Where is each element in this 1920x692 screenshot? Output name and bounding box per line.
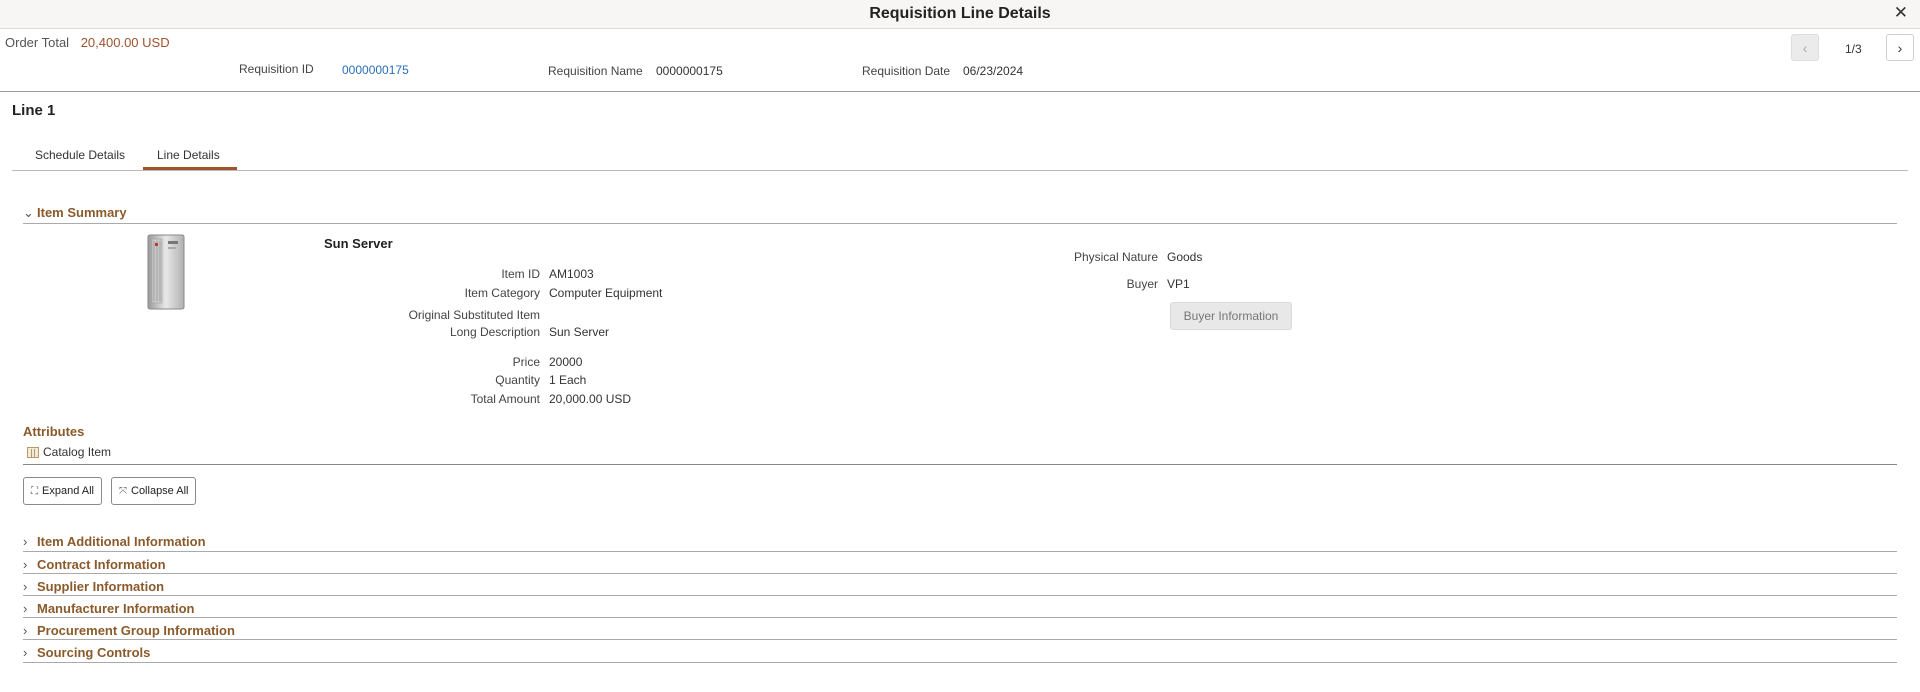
item-summary-title: Item Summary bbox=[37, 205, 127, 220]
catalog-icon bbox=[27, 446, 39, 458]
requisition-date-value: 06/23/2024 bbox=[963, 64, 1024, 78]
long-description-value: Sun Server bbox=[549, 325, 610, 339]
attributes-divider bbox=[23, 464, 1897, 465]
chevron-right-icon: › bbox=[23, 579, 28, 594]
section-label: Sourcing Controls bbox=[37, 645, 151, 660]
tab-line-details[interactable]: Line Details bbox=[157, 148, 220, 162]
section-item-additional-information[interactable]: › Item Additional Information bbox=[23, 534, 206, 549]
quantity-label: Quantity bbox=[495, 373, 540, 387]
quantity-value: 1 Each bbox=[549, 373, 587, 387]
section-supplier-information[interactable]: › Supplier Information bbox=[23, 579, 164, 594]
close-icon[interactable]: ✕ bbox=[1894, 4, 1908, 21]
header-divider bbox=[0, 91, 1920, 92]
previous-icon[interactable]: ‹ bbox=[1791, 34, 1819, 61]
section-label: Procurement Group Information bbox=[37, 623, 235, 638]
pager-count: 1/3 bbox=[1845, 42, 1862, 56]
section-label: Supplier Information bbox=[37, 579, 165, 594]
chevron-right-icon: › bbox=[23, 601, 28, 616]
item-summary-divider bbox=[23, 223, 1897, 224]
section-divider bbox=[23, 662, 1897, 663]
catalog-item-label: Catalog Item bbox=[43, 445, 112, 459]
item-category-label: Item Category bbox=[464, 286, 540, 300]
price-label: Price bbox=[512, 355, 540, 369]
item-name: Sun Server bbox=[324, 236, 393, 251]
total-amount-value: 20,000.00 USD bbox=[549, 392, 632, 406]
requisition-id-link[interactable]: 0000000175 bbox=[342, 63, 409, 77]
line-title: Line 1 bbox=[12, 102, 56, 119]
requisition-id-label: Requisition ID bbox=[239, 62, 314, 76]
server-image-icon bbox=[147, 234, 185, 310]
item-summary-header[interactable]: ⌄ Item Summary bbox=[23, 205, 127, 221]
expand-all-label: Expand All bbox=[42, 485, 94, 497]
section-contract-information[interactable]: › Contract Information bbox=[23, 557, 166, 572]
collapse-all-button[interactable]: ⤧ Collapse All bbox=[111, 477, 197, 505]
requisition-date-label: Requisition Date bbox=[862, 64, 951, 78]
item-id-value: AM1003 bbox=[549, 267, 594, 281]
page-title: Requisition Line Details bbox=[869, 5, 1051, 22]
chevron-right-icon: › bbox=[23, 534, 28, 549]
total-amount-label: Total Amount bbox=[470, 392, 540, 406]
tabs-divider bbox=[12, 170, 1908, 171]
order-total: Order Total 20,400.00 USD bbox=[5, 35, 170, 50]
title-bar: Requisition Line Details ✕ bbox=[0, 0, 1920, 29]
section-label: Item Additional Information bbox=[37, 534, 206, 549]
long-description-label: Long Description bbox=[449, 325, 540, 339]
item-category-value: Computer Equipment bbox=[549, 286, 663, 300]
physical-nature-value: Goods bbox=[1167, 250, 1203, 264]
price-value: 20000 bbox=[549, 355, 583, 369]
buyer-value: VP1 bbox=[1167, 277, 1190, 291]
order-total-label: Order Total bbox=[5, 35, 70, 50]
requisition-name-label: Requisition Name bbox=[548, 64, 643, 78]
section-divider bbox=[23, 573, 1897, 574]
chevron-down-icon: ⌄ bbox=[23, 205, 34, 220]
section-divider bbox=[23, 551, 1897, 552]
expand-all-button[interactable]: ⛶ Expand All bbox=[23, 477, 102, 505]
collapse-icon: ⤧ bbox=[119, 485, 127, 497]
section-sourcing-controls[interactable]: › Sourcing Controls bbox=[23, 645, 150, 660]
section-manufacturer-information[interactable]: › Manufacturer Information bbox=[23, 601, 194, 616]
chevron-right-icon: › bbox=[23, 623, 28, 638]
section-divider bbox=[23, 595, 1897, 596]
attributes-title: Attributes bbox=[23, 424, 85, 439]
item-id-label: Item ID bbox=[501, 267, 540, 281]
section-procurement-group-information[interactable]: › Procurement Group Information bbox=[23, 623, 235, 638]
chevron-right-icon: › bbox=[23, 557, 28, 572]
expand-icon: ⛶ bbox=[31, 485, 38, 497]
catalog-item: Catalog Item bbox=[27, 445, 111, 459]
buyer-information-button[interactable]: Buyer Information bbox=[1170, 302, 1292, 330]
section-label: Contract Information bbox=[37, 557, 166, 572]
collapse-all-label: Collapse All bbox=[131, 485, 189, 497]
chevron-right-icon: › bbox=[23, 645, 28, 660]
order-total-value: 20,400.00 USD bbox=[80, 35, 170, 50]
section-label: Manufacturer Information bbox=[37, 601, 195, 616]
next-icon[interactable]: › bbox=[1886, 34, 1914, 61]
requisition-name-value: 0000000175 bbox=[656, 64, 723, 78]
physical-nature-label: Physical Nature bbox=[1073, 250, 1158, 264]
buyer-label: Buyer bbox=[1126, 277, 1158, 291]
section-divider bbox=[23, 639, 1897, 640]
original-substituted-item-label: Original Substituted Item bbox=[408, 308, 540, 322]
section-divider bbox=[23, 617, 1897, 618]
tab-schedule-details[interactable]: Schedule Details bbox=[35, 148, 125, 162]
